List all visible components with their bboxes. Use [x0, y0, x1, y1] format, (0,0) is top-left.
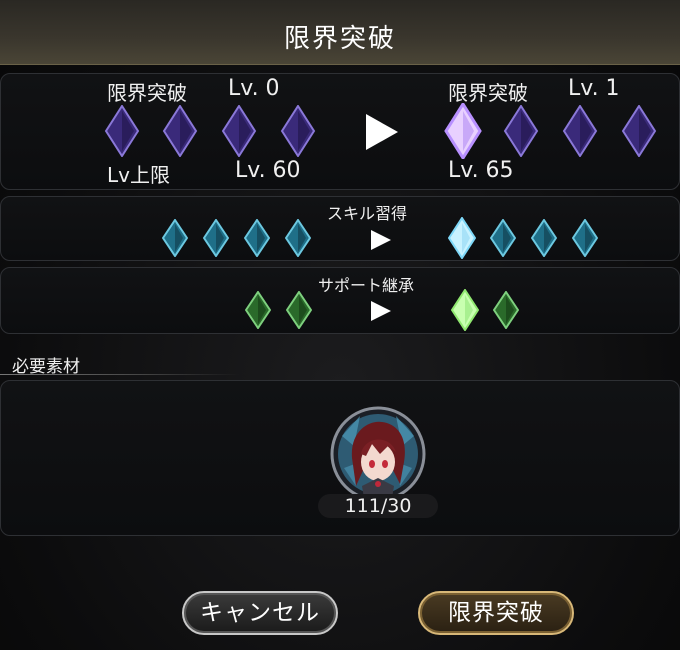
materials-divider [0, 374, 240, 375]
blue-gem-icon [531, 219, 557, 257]
arrow-right-icon [366, 114, 398, 150]
purple-gem-icon [621, 105, 657, 157]
arrow-right-icon [371, 230, 391, 250]
blue-gem-icon [162, 219, 188, 257]
blue-gem-lit-icon [448, 217, 476, 259]
confirm-breakthrough-button[interactable]: 限界突破 [418, 591, 574, 635]
next-breakthrough-level: Lv. 1 [568, 76, 620, 101]
support-label: サポート継承 [318, 276, 415, 295]
blue-gem-icon [285, 219, 311, 257]
material-count: 111/30 [318, 494, 438, 518]
purple-gem-icon [162, 105, 198, 157]
cancel-button[interactable]: キャンセル [182, 591, 338, 635]
purple-gem-lit-icon [444, 103, 482, 159]
blue-gem-icon [244, 219, 270, 257]
blue-gem-icon [572, 219, 598, 257]
purple-gem-icon [221, 105, 257, 157]
purple-gem-icon [562, 105, 598, 157]
green-gem-icon [286, 291, 312, 329]
green-gem-icon [493, 291, 519, 329]
skill-label: スキル習得 [327, 204, 408, 223]
current-breakthrough-label: 限界突破 [107, 81, 187, 105]
level-cap-current: Lv. 60 [235, 158, 301, 183]
next-breakthrough-label: 限界突破 [448, 81, 528, 105]
purple-gem-icon [280, 105, 316, 157]
blue-gem-icon [490, 219, 516, 257]
green-gem-lit-icon [451, 289, 479, 331]
level-cap-label: Lv上限 [107, 163, 170, 187]
current-breakthrough-level: Lv. 0 [228, 76, 280, 101]
purple-gem-icon [503, 105, 539, 157]
arrow-right-icon [371, 301, 391, 321]
purple-gem-icon [104, 105, 140, 157]
character-portrait-icon[interactable] [330, 406, 426, 502]
green-gem-icon [245, 291, 271, 329]
blue-gem-icon [203, 219, 229, 257]
level-cap-next: Lv. 65 [448, 158, 514, 183]
page-title: 限界突破 [283, 24, 396, 54]
